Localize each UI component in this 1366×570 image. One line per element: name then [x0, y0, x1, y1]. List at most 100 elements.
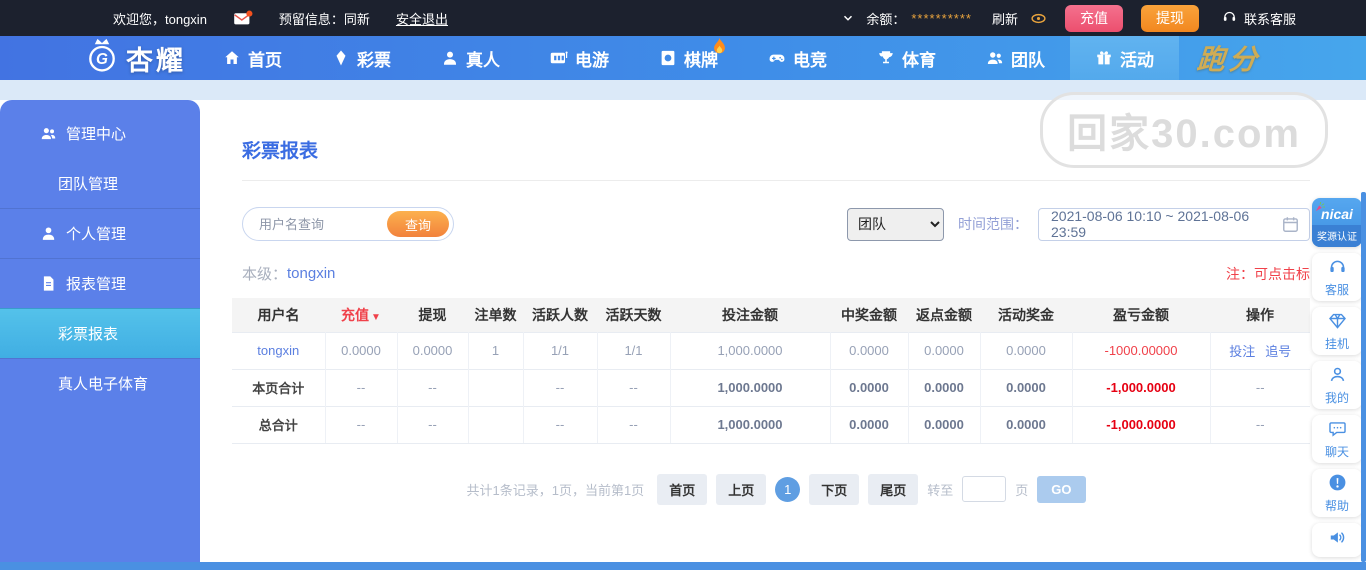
table-cell: 1,000.0000	[670, 368, 831, 406]
floatbar-item-label: 帮助	[1324, 498, 1349, 513]
pagination-summary: 共计1条记录，1页，当前第1页	[466, 482, 645, 498]
col-header-7[interactable]: 中奖金额	[830, 298, 908, 332]
nav-item-4[interactable]: 棋牌	[634, 36, 743, 80]
next-page-button[interactable]: 下页	[809, 473, 860, 505]
col-header-3[interactable]: 注单数	[468, 298, 523, 332]
floatbar-item-0[interactable]: 客服	[1312, 253, 1362, 301]
contact-service[interactable]: 联系客服	[1221, 9, 1296, 28]
level-user-link[interactable]: tongxin	[287, 265, 335, 282]
sidebar-item-4[interactable]: 彩票报表	[0, 308, 200, 358]
sidebar-item-label: 真人电子体育	[58, 376, 149, 393]
table-cell: 1	[468, 331, 524, 369]
nav-item-7[interactable]: 团队	[961, 36, 1070, 80]
goto-page-input[interactable]	[962, 476, 1007, 502]
table-cell: -1000.00000	[1072, 331, 1211, 369]
table-cell: 0.0000	[908, 331, 981, 369]
calendar-icon[interactable]	[1281, 215, 1300, 234]
sidebar-item-label: 管理中心	[66, 125, 127, 143]
team-select[interactable]: 团队	[847, 207, 944, 241]
nav-item-1[interactable]: 彩票	[307, 36, 416, 80]
award-badge[interactable]: nicai 奖源认证	[1312, 198, 1362, 247]
chess-icon	[659, 49, 677, 67]
nav-item-2[interactable]: 真人	[416, 36, 525, 80]
sound-button[interactable]	[1312, 523, 1362, 557]
search-button[interactable]: 查询	[387, 211, 449, 237]
col-header-11[interactable]: 操作	[1210, 298, 1310, 332]
eye-icon[interactable]	[1030, 10, 1047, 27]
logout-link[interactable]: 安全退出	[396, 9, 448, 28]
col-header-9[interactable]: 活动奖金	[980, 298, 1072, 332]
table-cell: 1,000.0000	[670, 405, 831, 444]
col-header-0[interactable]: 用户名	[232, 298, 325, 332]
col-header-10[interactable]: 盈亏金额	[1072, 298, 1210, 332]
col-header-6[interactable]: 投注金额	[670, 298, 830, 332]
date-range-input[interactable]: 2021-08-06 10:10 ~ 2021-08-06 23:59	[1038, 207, 1310, 241]
nav-item-label: 彩票	[357, 50, 391, 70]
sort-note: 注：可点击标	[1226, 265, 1310, 282]
table-cell: 本页合计	[232, 368, 326, 406]
col-header-5[interactable]: 活跃天数	[597, 298, 670, 332]
logo[interactable]: G 杏耀	[84, 36, 186, 81]
table-cell: --	[325, 368, 398, 406]
go-button[interactable]: GO	[1037, 475, 1086, 503]
sidebar-item-5[interactable]: 真人电子体育	[0, 358, 200, 408]
nav-item-3[interactable]: 电游	[525, 36, 634, 80]
topbar: 欢迎您，tongxin 预留信息：同新 安全退出 余额： ********** …	[0, 0, 1366, 36]
action-link[interactable]: 追号	[1265, 344, 1291, 359]
table-cell: 0.0000	[397, 331, 469, 369]
col-header-2[interactable]: 提现	[397, 298, 468, 332]
logo-text: 杏耀	[126, 45, 186, 76]
col-header-1[interactable]: 充值 ▼	[325, 298, 397, 332]
user-link[interactable]: tongxin	[232, 331, 326, 369]
table-cell: 0.0000	[980, 331, 1073, 369]
table-cell: --	[397, 368, 469, 406]
chevron-down-icon[interactable]	[842, 12, 854, 24]
floatbar-item-3[interactable]: 聊天	[1312, 415, 1362, 463]
nav-item-5[interactable]: 电竞	[743, 36, 852, 80]
action-link[interactable]: 投注	[1229, 344, 1255, 359]
nav-item-6[interactable]: 体育	[852, 36, 961, 80]
sidebar-item-2[interactable]: 个人管理	[0, 208, 200, 258]
floatbar-items: 客服挂机我的聊天帮助	[1312, 253, 1362, 517]
sidebar-item-3[interactable]: 报表管理	[0, 258, 200, 308]
recharge-button[interactable]: 充值	[1064, 4, 1123, 32]
withdraw-button[interactable]: 提现	[1140, 4, 1199, 32]
search-input[interactable]	[259, 216, 379, 232]
horizontal-scrollbar[interactable]	[0, 562, 1366, 570]
refresh-link[interactable]: 刷新	[992, 9, 1018, 28]
floatbar-item-4[interactable]: 帮助	[1312, 469, 1362, 517]
search-box: 查询	[242, 207, 454, 241]
floatbar-item-label: 我的	[1324, 390, 1349, 405]
table-cell: 1/1	[597, 331, 671, 369]
prev-page-button[interactable]: 上页	[716, 473, 767, 505]
nav-item-8[interactable]: 活动	[1070, 36, 1179, 80]
actions-cell: 投注 追号	[1210, 331, 1310, 369]
table-cell: --	[523, 368, 598, 406]
esports-icon	[768, 49, 786, 67]
vertical-scrollbar[interactable]	[1361, 192, 1366, 562]
nav-item-0[interactable]: 首页	[198, 36, 307, 80]
floatbar-item-2[interactable]: 我的	[1312, 361, 1362, 409]
col-header-4[interactable]: 活跃人数	[523, 298, 597, 332]
first-page-button[interactable]: 首页	[657, 473, 708, 505]
paofen-text[interactable]: 跑分	[1196, 38, 1263, 78]
table-cell: --	[397, 405, 469, 444]
report-table: 用户名 充值 ▼ 提现 注单数 活跃人数 活跃天数 投注金额 中奖金额 返点金额 活动奖金 盈亏金额操…	[232, 298, 1310, 444]
speaker-icon	[1328, 528, 1347, 552]
table-cell: --	[325, 405, 398, 444]
sidebar-item-1[interactable]: 团队管理	[0, 158, 200, 208]
col-header-8[interactable]: 返点金额	[908, 298, 980, 332]
floatbar-item-1[interactable]: 挂机	[1312, 307, 1362, 355]
chat-icon	[1328, 419, 1347, 441]
floatbar-item-label: 客服	[1324, 282, 1349, 297]
main-content: 彩票报表 查询 团队 时间范围： 2021-08-06 10:10 ~ 2021…	[200, 100, 1366, 570]
table-cell: 0.0000	[830, 368, 909, 406]
last-page-button[interactable]: 尾页	[868, 473, 919, 505]
current-page[interactable]: 1	[775, 476, 801, 502]
table-cell: -1,000.0000	[1072, 405, 1211, 444]
table-cell: 1/1	[523, 331, 598, 369]
logo-crown-icon: G	[84, 36, 120, 81]
sort-desc-icon: ▼	[371, 311, 381, 323]
sidebar-item-0[interactable]: 管理中心	[0, 108, 200, 158]
message-icon[interactable]	[233, 10, 253, 26]
